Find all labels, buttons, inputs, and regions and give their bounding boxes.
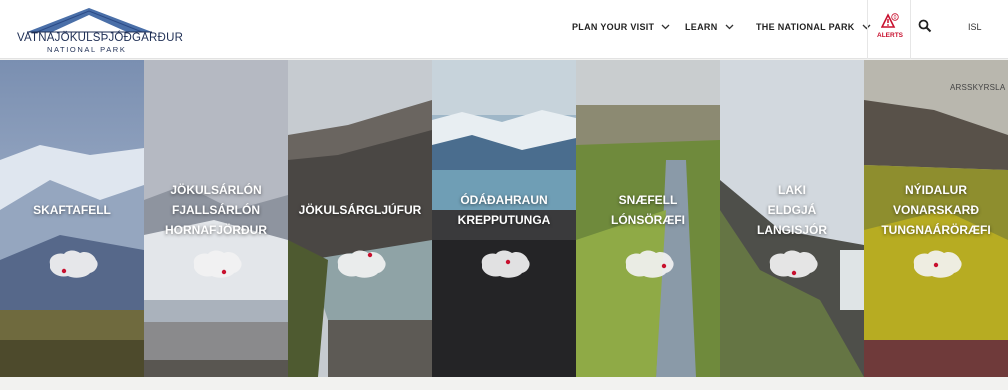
- annual-report-link[interactable]: ARSSKYRSLA: [950, 83, 1005, 92]
- alerts-count: 0: [894, 15, 897, 21]
- park-logo[interactable]: VATNAJÖKULSÞJÓÐGARÐUR NATIONAL PARK: [17, 7, 183, 54]
- logo-subtitle: NATIONAL PARK: [47, 45, 127, 54]
- page-footer-strip: [0, 377, 1008, 390]
- nav-label: LEARN: [685, 22, 718, 32]
- nav-learn[interactable]: LEARN: [685, 22, 734, 32]
- chevron-down-icon: [661, 24, 670, 30]
- panel-jokulsargljufur[interactable]: JÖKULSÁRGLJÚFUR: [288, 60, 432, 377]
- iceland-map-icon: [913, 250, 962, 278]
- iceland-map-icon: [769, 250, 818, 278]
- logo-title: VATNAJÖKULSÞJÓÐGARÐUR: [17, 32, 184, 44]
- search-button[interactable]: [918, 19, 932, 38]
- nav-label: THE NATIONAL PARK: [756, 22, 855, 32]
- panel-title: ÓDÁÐAHRAUN KREPPUTUNGA: [457, 193, 551, 227]
- alerts-button[interactable]: 0 ALERTS: [867, 0, 911, 59]
- panel-title: SNÆFELL LÓNSÖRÆFI: [611, 193, 685, 227]
- mountain-logo-icon: [27, 8, 152, 33]
- iceland-map-icon: [337, 250, 386, 278]
- iceland-map-icon: [481, 250, 530, 278]
- chevron-down-icon: [725, 24, 733, 30]
- panel-title: JÖKULSÁRGLJÚFUR: [298, 203, 422, 217]
- iceland-map-icon: [49, 250, 98, 278]
- panel-laki[interactable]: LAKI ELDGJÁ LANGISJÓR: [720, 60, 864, 377]
- panel-title: SKAFTAFELL: [33, 203, 111, 217]
- panel-title: LAKI ELDGJÁ LANGISJÓR: [756, 183, 827, 237]
- panel-snaefell[interactable]: SNÆFELL LÓNSÖRÆFI: [576, 60, 720, 377]
- nav-plan-your-visit[interactable]: PLAN YOUR VISIT: [572, 22, 670, 32]
- panel-title: JÖKULSÁRLÓN FJALLSÁRLÓN HORNAFJÖRÐUR: [165, 183, 267, 237]
- warning-icon: 0: [881, 13, 899, 28]
- panel-nyidalur[interactable]: NÝIDALUR VONARSKARÐ TUNGNAÁRÖRÆFI: [864, 60, 1008, 377]
- nav-label: PLAN YOUR VISIT: [572, 22, 655, 32]
- nav-the-national-park[interactable]: THE NATIONAL PARK: [756, 22, 871, 32]
- iceland-map-icon: [193, 250, 242, 278]
- panel-odadahraun[interactable]: ÓDÁÐAHRAUN KREPPUTUNGA: [432, 60, 576, 377]
- panel-title: NÝIDALUR VONARSKARÐ TUNGNAÁRÖRÆFI: [881, 183, 991, 237]
- alerts-label: ALERTS: [877, 32, 903, 39]
- site-header: VATNAJÖKULSÞJÓÐGARÐUR NATIONAL PARK PLAN…: [0, 0, 1008, 59]
- panel-skaftafell[interactable]: SKAFTAFELL: [0, 60, 144, 377]
- iceland-map-icon: [625, 250, 674, 278]
- search-icon: [918, 19, 932, 33]
- language-switch[interactable]: ISL: [968, 22, 982, 32]
- panel-jokulsarlon[interactable]: JÖKULSÁRLÓN FJALLSÁRLÓN HORNAFJÖRÐUR: [144, 60, 288, 377]
